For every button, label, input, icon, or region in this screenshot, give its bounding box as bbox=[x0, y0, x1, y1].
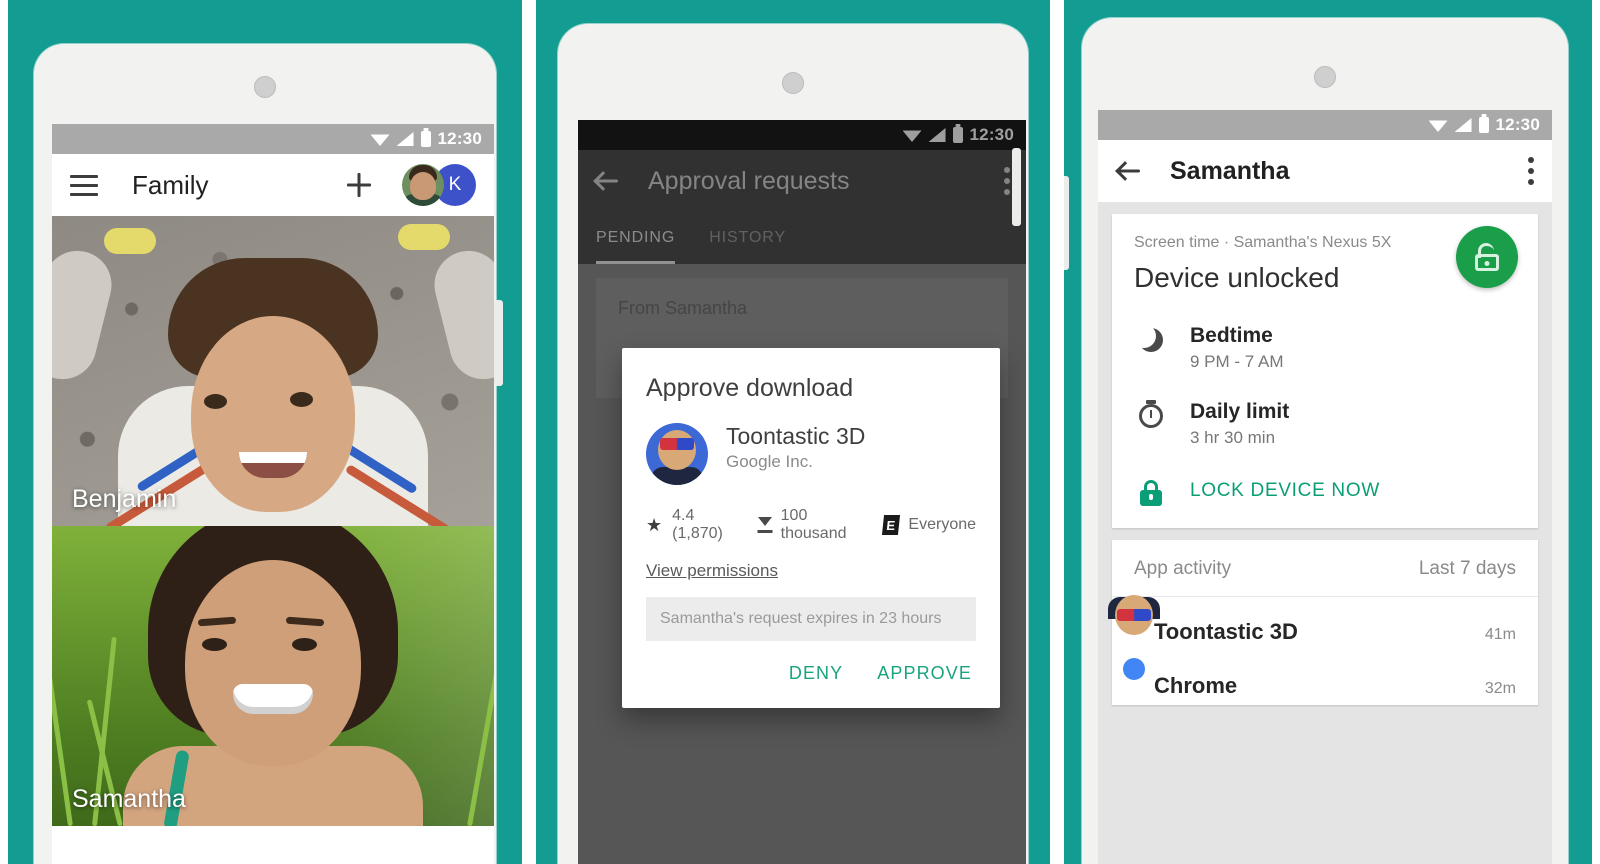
app-name: Chrome bbox=[1154, 673, 1238, 698]
kebab-menu-icon[interactable] bbox=[1528, 157, 1534, 185]
app-rating: 4.4 (1,870) bbox=[672, 507, 723, 542]
child-name-label: Samantha bbox=[72, 785, 186, 813]
app-bar: Samantha bbox=[1098, 140, 1552, 202]
request-expiry-note: Samantha's request expires in 23 hours bbox=[646, 597, 976, 641]
approve-download-dialog: Approve download Toontastic 3D Google In… bbox=[622, 348, 1000, 708]
list-item[interactable]: Chrome 32m bbox=[1112, 651, 1538, 705]
phone-device-3: 12:30 Samantha Screen time · Samantha's … bbox=[1082, 18, 1568, 864]
screen-time-card: Screen time · Samantha's Nexus 5X Device… bbox=[1112, 214, 1538, 528]
download-icon bbox=[759, 517, 770, 533]
child-name-label: Benjamin bbox=[72, 485, 177, 513]
app-toolbar: Family K bbox=[52, 154, 494, 216]
arrow-back-icon[interactable] bbox=[1116, 158, 1142, 184]
page-title: Samantha bbox=[1170, 156, 1290, 185]
dialog-title: Approve download bbox=[646, 374, 854, 402]
front-camera-icon bbox=[254, 76, 276, 98]
app-usage-time: 41m bbox=[1484, 626, 1516, 643]
avatar[interactable] bbox=[402, 164, 444, 206]
status-bar-clock: 12:30 bbox=[1495, 115, 1540, 134]
row-label: Daily limit bbox=[1190, 400, 1290, 423]
status-bar: 12:30 bbox=[1098, 110, 1552, 140]
battery-icon bbox=[1478, 117, 1489, 133]
app-name: Toontastic 3D bbox=[1154, 619, 1298, 644]
view-permissions-link[interactable]: View permissions bbox=[646, 561, 778, 581]
page-title: Family bbox=[132, 169, 209, 200]
phone-device-2: 12:30 Approval requests PENDING HISTORY bbox=[558, 24, 1028, 864]
bedtime-row[interactable]: Bedtime 9 PM - 7 AM bbox=[1112, 310, 1538, 386]
app-usage-time: 32m bbox=[1484, 680, 1516, 697]
panel-approval-requests: 12:30 Approval requests PENDING HISTORY bbox=[536, 0, 1050, 864]
toontastic-app-icon bbox=[646, 423, 708, 485]
row-value: 3 hr 30 min bbox=[1190, 428, 1276, 447]
esrb-everyone-icon: E bbox=[881, 515, 900, 535]
battery-icon bbox=[420, 131, 431, 147]
app-downloads: 100 thousand bbox=[780, 507, 847, 542]
row-label: Bedtime bbox=[1190, 324, 1273, 347]
app-activity-range[interactable]: Last 7 days bbox=[1419, 558, 1516, 580]
phone3-screen: 12:30 Samantha Screen time · Samantha's … bbox=[1098, 110, 1552, 864]
unlock-icon[interactable] bbox=[1456, 226, 1518, 288]
signal-icon bbox=[1454, 118, 1472, 132]
panel-family: 12:30 Family K Benjamin Samantha bbox=[8, 0, 522, 864]
moon-icon bbox=[1132, 324, 1168, 352]
lock-device-label: LOCK DEVICE NOW bbox=[1190, 480, 1380, 501]
power-button[interactable] bbox=[494, 300, 503, 386]
screenshot-canvas: 12:30 Family K Benjamin Samantha 12:30 A… bbox=[0, 0, 1600, 864]
app-developer: Google Inc. bbox=[726, 452, 813, 472]
signal-icon bbox=[396, 132, 414, 146]
app-metadata-row: ★ 4.4 (1,870) 100 thousand E Everyone bbox=[646, 507, 976, 543]
status-bar-clock: 12:30 bbox=[437, 129, 482, 148]
plus-icon[interactable] bbox=[344, 170, 374, 200]
phone1-screen: 12:30 Family K Benjamin Samantha bbox=[52, 124, 494, 864]
phone2-screen: 12:30 Approval requests PENDING HISTORY bbox=[578, 120, 1026, 864]
approve-button[interactable]: APPROVE bbox=[877, 663, 972, 684]
star-icon: ★ bbox=[646, 514, 663, 535]
hamburger-menu-icon[interactable] bbox=[70, 174, 98, 196]
child-card-benjamin[interactable]: Benjamin bbox=[52, 216, 494, 526]
dialog-app-info: Toontastic 3D Google Inc. bbox=[646, 423, 976, 485]
volume-button[interactable] bbox=[1064, 176, 1069, 270]
child-card-samantha[interactable]: Samantha bbox=[52, 526, 494, 826]
avatar-group[interactable]: K bbox=[402, 164, 476, 206]
list-item[interactable]: Toontastic 3D 41m bbox=[1108, 595, 1538, 651]
daily-limit-row[interactable]: Daily limit 3 hr 30 min bbox=[1112, 386, 1538, 462]
wifi-icon bbox=[1428, 120, 1448, 132]
app-activity-card: App activity Last 7 days Toontastic 3D 4… bbox=[1108, 540, 1538, 705]
timer-icon bbox=[1134, 400, 1168, 428]
panel-child-detail: 12:30 Samantha Screen time · Samantha's … bbox=[1064, 0, 1592, 864]
front-camera-icon bbox=[1314, 66, 1336, 88]
app-name: Toontastic 3D bbox=[726, 423, 866, 449]
app-activity-title: App activity bbox=[1134, 558, 1232, 579]
status-bar: 12:30 bbox=[52, 124, 494, 154]
dialog-actions: DENY APPROVE bbox=[646, 641, 976, 694]
deny-button[interactable]: DENY bbox=[789, 663, 843, 684]
row-value: 9 PM - 7 AM bbox=[1190, 352, 1284, 371]
lock-icon bbox=[1134, 476, 1168, 506]
lock-device-now-button[interactable]: LOCK DEVICE NOW bbox=[1112, 462, 1538, 528]
app-content-rating: Everyone bbox=[908, 516, 977, 533]
power-button[interactable] bbox=[1012, 148, 1021, 226]
wifi-icon bbox=[370, 134, 390, 146]
front-camera-icon bbox=[782, 72, 804, 94]
phone-device-1: 12:30 Family K Benjamin Samantha bbox=[34, 44, 496, 864]
